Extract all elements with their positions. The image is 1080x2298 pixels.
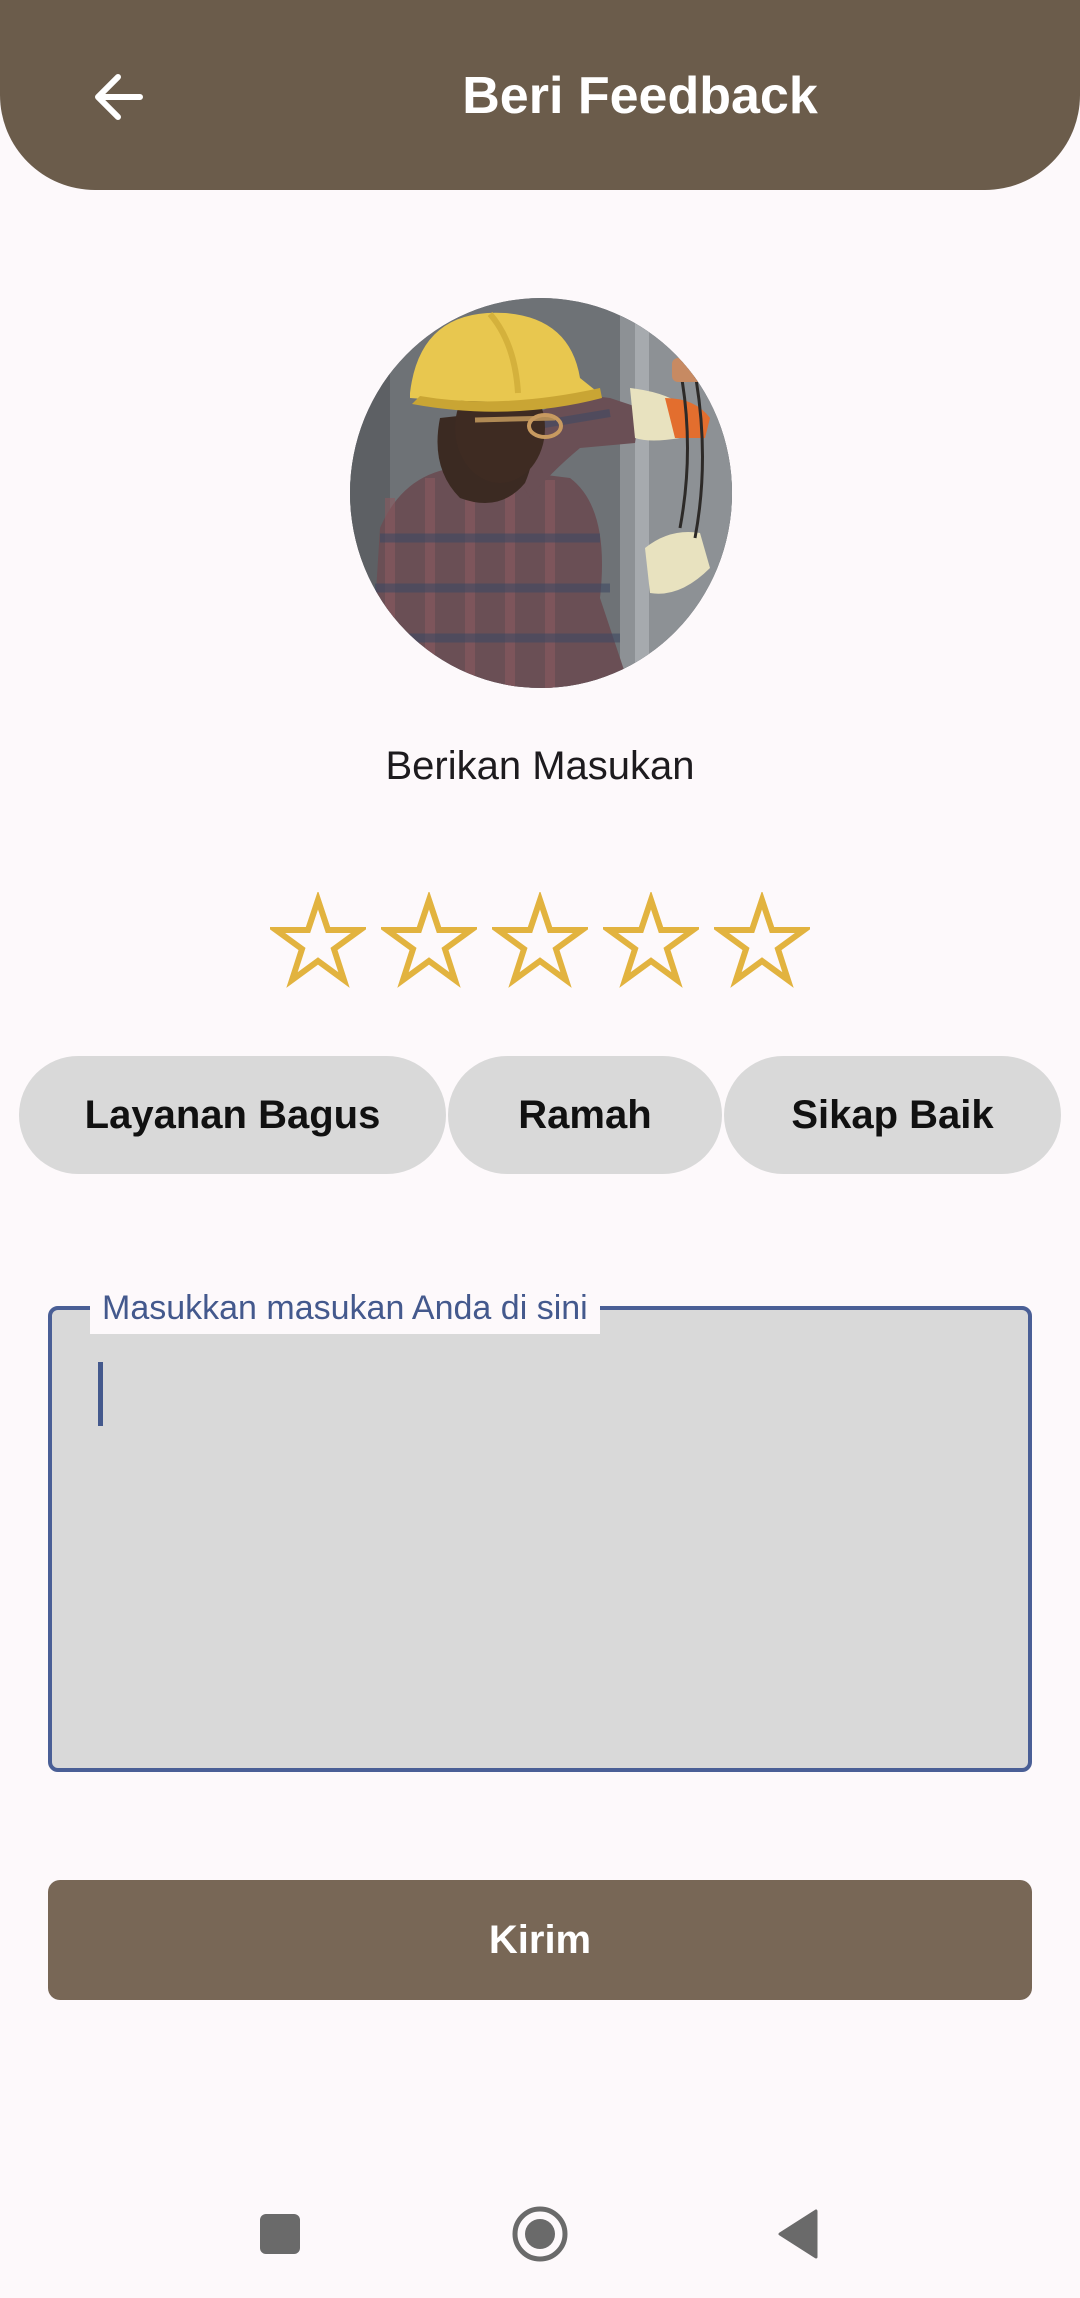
feedback-screen: Beri Feedback Berikan Masukan Layanan Ba… (0, 0, 1080, 2298)
circle-home-icon (512, 2206, 568, 2262)
tag-chip-layanan-bagus[interactable]: Layanan Bagus (19, 1056, 446, 1174)
page-title: Beri Feedback (462, 67, 818, 125)
star-icon[interactable] (270, 892, 366, 988)
star-icon[interactable] (714, 892, 810, 988)
star-icon[interactable] (492, 892, 588, 988)
triangle-back-icon (778, 2209, 818, 2259)
feedback-textarea[interactable]: Masukkan masukan Anda di sini (48, 1282, 1032, 1772)
recents-button[interactable] (216, 2170, 344, 2298)
back-button[interactable] (60, 52, 180, 142)
star-rating[interactable] (270, 892, 810, 988)
tag-chip-ramah[interactable]: Ramah (448, 1056, 722, 1174)
avatar (350, 298, 732, 688)
square-icon (260, 2214, 300, 2254)
worker-photo-image (350, 298, 732, 688)
system-navigation-bar (0, 2170, 1080, 2298)
star-icon[interactable] (381, 892, 477, 988)
feedback-textarea-label: Masukkan masukan Anda di sini (90, 1282, 600, 1334)
home-button[interactable] (476, 2170, 604, 2298)
text-cursor (98, 1362, 103, 1426)
app-bar: Beri Feedback (0, 0, 1080, 190)
tag-chip-sikap-baik[interactable]: Sikap Baik (724, 1056, 1061, 1174)
subtitle: Berikan Masukan (385, 744, 695, 788)
arrow-left-icon (95, 74, 143, 120)
star-icon[interactable] (603, 892, 699, 988)
feedback-tags: Layanan Bagus Ramah Sikap Baik (0, 1056, 1080, 1174)
submit-button[interactable]: Kirim (48, 1880, 1032, 2000)
system-back-button[interactable] (734, 2170, 862, 2298)
